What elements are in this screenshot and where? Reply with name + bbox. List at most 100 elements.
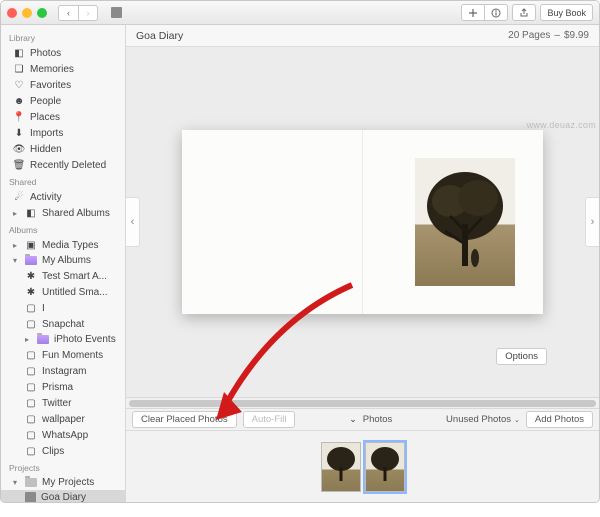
sidebar-item-smart-album[interactable]: ✱Untitled Sma... [1,284,125,300]
section-header-library: Library [1,29,125,45]
sidebar-item-media-types[interactable]: ▸▣Media Types [1,237,125,253]
sidebar-item-my-albums[interactable]: ▾My Albums [1,253,125,268]
photos-tray-label: Photos [363,414,393,425]
minimize-icon[interactable] [22,8,32,18]
album-icon: ▢ [25,302,37,314]
sidebar-item-project-goa-diary[interactable]: Goa Diary [1,490,125,502]
sidebar-item-folder[interactable]: ▸iPhoto Events [1,332,125,347]
sidebar-item-hidden[interactable]: 👁Hidden [1,141,125,157]
section-header-albums: Albums [1,221,125,237]
page-count: 20 Pages [508,30,550,41]
book-stage: ‹ [126,47,599,397]
buy-book-button[interactable]: Buy Book [540,4,593,21]
trash-icon: 🗑 [13,159,25,171]
photo-thumbnail[interactable] [321,442,361,492]
people-icon: ☻ [13,95,25,107]
sidebar-item-album[interactable]: ▢Instagram [1,363,125,379]
sidebar-item-shared-albums[interactable]: ▸◧Shared Albums [1,205,125,221]
tree-graphic [420,166,510,276]
disclosure-icon[interactable]: ▸ [25,335,32,344]
auto-fill-button[interactable]: Auto-Fill [243,411,296,428]
sidebar-item-album[interactable]: ▢WhatsApp [1,427,125,443]
zoom-icon[interactable] [37,8,47,18]
pin-icon: 📍 [13,111,25,123]
unused-photos-dropdown[interactable]: Unused Photos⌄ [446,414,520,425]
album-icon: ▢ [25,413,37,425]
separator: – [554,30,560,41]
sidebar-item-recently-deleted[interactable]: 🗑Recently Deleted [1,157,125,173]
download-icon: ⬇ [13,127,25,139]
sidebar-item-smart-album[interactable]: ✱Test Smart A... [1,268,125,284]
book-icon [25,492,36,502]
activity-icon: ☄ [13,191,25,203]
sidebar-item-favorites[interactable]: ♡Favorites [1,77,125,93]
album-icon: ▢ [25,318,37,330]
book-spread[interactable] [182,130,543,314]
album-icon: ▢ [25,397,37,409]
sidebar-item-photos[interactable]: ◧Photos [1,45,125,61]
folder-icon [37,335,49,344]
options-button[interactable]: Options [496,348,547,365]
sidebar-item-memories[interactable]: ❑Memories [1,61,125,77]
add-button[interactable] [461,4,484,21]
sidebar-item-activity[interactable]: ☄Activity [1,189,125,205]
tree-graphic [368,445,402,485]
disclosure-icon[interactable]: ▾ [13,256,20,265]
info-button[interactable] [484,4,508,21]
disclosure-icon[interactable]: ▾ [13,478,20,487]
page-title: Goa Diary [136,30,183,42]
sidebar-item-album[interactable]: ▢wallpaper [1,411,125,427]
folder-icon [25,478,37,487]
sidebar-item-album[interactable]: ▢Prisma [1,379,125,395]
right-page[interactable] [363,130,543,314]
sidebar-item-album[interactable]: ▢Fun Moments [1,347,125,363]
breadcrumb [111,7,126,18]
chevron-down-icon[interactable]: ⌄ [349,414,357,425]
sidebar-item-album[interactable]: ▢Twitter [1,395,125,411]
sidebar-item-imports[interactable]: ⬇Imports [1,125,125,141]
info-icon [491,8,501,18]
sidebar: Library ◧Photos ❑Memories ♡Favorites ☻Pe… [1,25,126,502]
gear-icon: ✱ [25,270,37,282]
sidebar-item-album[interactable]: ▢Clips [1,443,125,459]
left-page[interactable] [182,130,362,314]
forward-button[interactable]: › [78,5,98,21]
heart-icon: ♡ [13,79,25,91]
shared-albums-icon: ◧ [25,207,37,219]
next-page-button[interactable]: › [585,197,599,247]
photo-thumbnail-selected[interactable] [365,442,405,492]
section-header-projects: Projects [1,459,125,475]
clear-placed-photos-button[interactable]: Clear Placed Photos [132,411,237,428]
sidebar-item-my-projects[interactable]: ▾My Projects [1,475,125,490]
add-photos-button[interactable]: Add Photos [526,411,593,428]
folder-icon [25,256,37,265]
sidebar-item-places[interactable]: 📍Places [1,109,125,125]
share-button[interactable] [512,4,536,21]
media-types-icon: ▣ [25,239,37,251]
hidden-icon: 👁 [13,143,25,155]
disclosure-icon[interactable]: ▸ [13,209,20,218]
disclosure-icon[interactable]: ▸ [13,241,20,250]
watermark: www.deuaz.com [527,120,596,130]
photo-tray [126,431,599,502]
section-header-shared: Shared [1,173,125,189]
prev-page-button[interactable]: ‹ [126,197,140,247]
sidebar-item-album[interactable]: ▢I [1,300,125,316]
book-icon [111,7,122,18]
window-controls[interactable] [7,8,47,18]
plus-icon [468,8,478,18]
back-button[interactable]: ‹ [58,5,78,21]
price: $9.99 [564,30,589,41]
chevron-icon: ⌄ [514,416,520,424]
sidebar-item-people[interactable]: ☻People [1,93,125,109]
album-icon: ▢ [25,429,37,441]
share-icon [519,8,529,18]
memories-icon: ❑ [13,63,25,75]
tree-graphic [324,445,358,485]
close-icon[interactable] [7,8,17,18]
horizontal-scrollbar[interactable] [126,397,599,409]
album-icon: ▢ [25,349,37,361]
sidebar-item-album[interactable]: ▢Snapchat [1,316,125,332]
placed-photo[interactable] [415,158,515,286]
album-icon: ▢ [25,365,37,377]
